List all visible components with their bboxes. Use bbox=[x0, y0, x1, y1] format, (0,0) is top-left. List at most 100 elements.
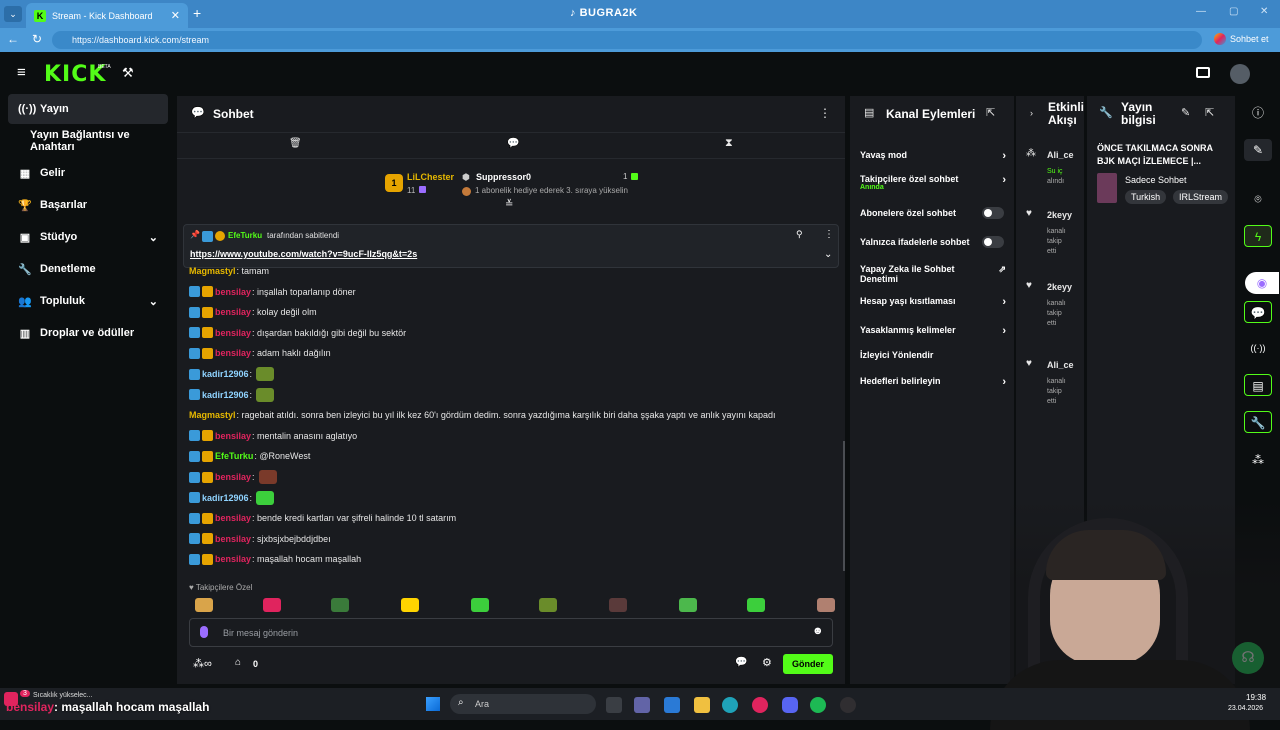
chat-username[interactable]: kadir12906 bbox=[202, 390, 249, 400]
chat-message[interactable]: kadir12906: bbox=[189, 387, 275, 402]
edge-icon[interactable] bbox=[722, 697, 738, 713]
browser-tab[interactable]: K Stream - Kick Dashboard ✕ bbox=[26, 3, 188, 28]
chat-scrollbar[interactable] bbox=[843, 441, 845, 571]
chat-username[interactable]: kadir12906 bbox=[202, 493, 249, 503]
chevron-down-icon[interactable]: ⌄ bbox=[824, 249, 832, 260]
chat-username[interactable]: bensilay bbox=[215, 348, 251, 358]
tab-actions-button[interactable]: ⌄ bbox=[4, 6, 22, 22]
sidebar-item-moderation[interactable]: 🔧 Denetleme bbox=[8, 254, 168, 284]
collapse-arrow-icon[interactable]: › bbox=[1030, 108, 1033, 118]
chat-message[interactable]: bensilay: bbox=[189, 470, 277, 484]
opera-icon[interactable] bbox=[752, 697, 768, 713]
pencil-icon[interactable]: ✎ bbox=[1181, 106, 1190, 119]
discord-icon[interactable] bbox=[782, 697, 798, 713]
emote[interactable] bbox=[401, 598, 419, 612]
unpin-icon[interactable]: ⚲ bbox=[796, 229, 803, 240]
action-item[interactable]: Yasaklanmış kelimeler › bbox=[860, 325, 1006, 337]
popout-icon[interactable]: ⇱ bbox=[1205, 106, 1214, 119]
popout-icon[interactable]: ⇱ bbox=[986, 106, 995, 119]
sidebar-item-stream-key[interactable]: Yayın Bağlantısı ve Anahtarı bbox=[8, 126, 168, 156]
chat-username[interactable]: bensilay bbox=[215, 513, 251, 523]
actions-icon[interactable]: ▤ bbox=[1244, 374, 1272, 396]
chat-message[interactable]: bensilay: kolay değil olm bbox=[189, 305, 317, 319]
gift-leader-name[interactable]: LiLChester bbox=[407, 172, 454, 182]
chat-message[interactable]: bensilay: mentalin anasını aglatıyo bbox=[189, 429, 357, 443]
sidebar-item-stream[interactable]: ((·)) Yayın bbox=[8, 94, 168, 124]
pinned-by-user[interactable]: EfeTurku bbox=[228, 231, 262, 240]
action-item[interactable]: Hedefleri belirleyin › bbox=[860, 376, 1006, 388]
sidebar-item-drops[interactable]: ▥ Droplar ve ödüller bbox=[8, 318, 168, 348]
start-icon[interactable] bbox=[426, 697, 440, 711]
pinned-options-icon[interactable]: ⋮ bbox=[824, 229, 834, 240]
sidebar-item-studio[interactable]: ▣ Stüdyo ⌄ bbox=[8, 222, 168, 252]
trash-icon[interactable]: 🗑 bbox=[289, 138, 302, 149]
chat-message[interactable]: EfeTurku: @RoneWest bbox=[189, 449, 310, 463]
chat-message[interactable]: Magmastyl: ragebait atıldı. sonra ben iz… bbox=[189, 408, 776, 422]
community-icon[interactable]: ⁂∞ bbox=[193, 657, 212, 670]
chat-message[interactable]: kadir12906: bbox=[189, 367, 275, 381]
chat-icon[interactable]: 💬 bbox=[1244, 301, 1272, 323]
emote[interactable] bbox=[609, 598, 627, 612]
action-item[interactable]: Yavaş mod › bbox=[860, 150, 1006, 162]
lightning-icon[interactable]: ϟ bbox=[1244, 225, 1272, 247]
chat-username[interactable]: bensilay bbox=[215, 307, 251, 317]
camera-icon[interactable]: ⌾ bbox=[1244, 188, 1272, 210]
chat-username[interactable]: Magmastyl bbox=[189, 266, 236, 276]
chat-message[interactable]: bensilay: maşallah hocam maşallah bbox=[189, 552, 361, 566]
action-item[interactable]: İzleyici Yönlendir bbox=[860, 350, 1006, 360]
tag-chip[interactable]: Turkish bbox=[1125, 190, 1167, 204]
emote[interactable] bbox=[539, 598, 557, 612]
wallet-icon[interactable] bbox=[1196, 67, 1210, 78]
action-item[interactable]: Abonelere özel sohbet bbox=[860, 207, 1006, 219]
more-options-icon[interactable]: ⋮ bbox=[819, 106, 831, 120]
task-view-icon[interactable] bbox=[606, 697, 622, 713]
broadcast-icon[interactable]: ((·)) bbox=[1244, 337, 1272, 359]
info-icon[interactable]: ⓘ bbox=[1244, 102, 1272, 124]
toggle-switch[interactable] bbox=[982, 236, 1004, 248]
emoji-icon[interactable]: ☻ bbox=[812, 625, 824, 637]
hourglass-icon[interactable]: ⧗ bbox=[725, 137, 733, 150]
chat-message[interactable]: bensilay: inşallah toparlanıp döner bbox=[189, 285, 356, 299]
emote[interactable] bbox=[747, 598, 765, 612]
taskbar-search[interactable]: ⌕ Ara bbox=[450, 694, 596, 714]
hammer-icon[interactable]: ⚒ bbox=[122, 65, 134, 81]
chat-message[interactable]: bensilay: dışardan bakıldığı gibi değil … bbox=[189, 326, 406, 340]
chat-username[interactable]: bensilay bbox=[215, 534, 251, 544]
chat-username[interactable]: bensilay bbox=[215, 431, 251, 441]
emote[interactable] bbox=[263, 598, 281, 612]
sidebar-item-community[interactable]: 👥 Topluluk ⌄ bbox=[8, 286, 168, 316]
store-icon[interactable]: ⌂ bbox=[235, 657, 241, 668]
close-tab-icon[interactable]: ✕ bbox=[171, 9, 180, 22]
chat-username[interactable]: bensilay bbox=[215, 328, 251, 338]
refresh-icon[interactable]: ↻ bbox=[28, 32, 46, 46]
category-name[interactable]: Sadece Sohbet bbox=[1125, 175, 1187, 185]
microphone-icon[interactable] bbox=[200, 626, 208, 638]
obs-icon[interactable] bbox=[840, 697, 856, 713]
file-explorer-icon[interactable] bbox=[694, 697, 710, 713]
url-field[interactable]: https://dashboard.kick.com/stream bbox=[52, 31, 1202, 49]
sidebar-item-revenue[interactable]: ▦ Gelir bbox=[8, 158, 168, 188]
window-minimize-button[interactable]: — bbox=[1196, 6, 1206, 17]
chat-username[interactable]: EfeTurku bbox=[215, 451, 253, 461]
send-button[interactable]: Gönder bbox=[783, 654, 833, 674]
back-icon[interactable]: ← bbox=[4, 32, 22, 46]
spotify-icon[interactable] bbox=[810, 697, 826, 713]
chat-username[interactable]: bensilay bbox=[215, 554, 251, 564]
emote[interactable] bbox=[331, 598, 349, 612]
window-maximize-button[interactable]: ▢ bbox=[1229, 6, 1238, 17]
gear-icon[interactable]: ⚙ bbox=[762, 656, 772, 669]
chat-username[interactable]: Magmastyl bbox=[189, 410, 236, 420]
collapse-icon[interactable]: ≚ bbox=[505, 199, 513, 210]
pinned-message[interactable]: 📌 EfeTurku tarafından sabitlendi ⚲ ⋮ htt… bbox=[183, 224, 839, 268]
action-item[interactable]: Hesap yaşı kısıtlaması › bbox=[860, 296, 1006, 308]
toggle-switch[interactable] bbox=[982, 207, 1004, 219]
chat-username[interactable]: bensilay bbox=[215, 287, 251, 297]
chat-username[interactable]: kadir12906 bbox=[202, 369, 249, 379]
tag-chip[interactable]: IRLStream bbox=[1173, 190, 1229, 204]
emote[interactable] bbox=[817, 598, 835, 612]
action-item[interactable]: Yapay Zeka ile Sohbet Denetimi ⇗ bbox=[860, 264, 1006, 284]
chat-message[interactable]: kadir12906: bbox=[189, 490, 275, 505]
chat-settings-bubble-icon[interactable]: 💬 bbox=[735, 657, 747, 668]
emote[interactable] bbox=[471, 598, 489, 612]
store-app-icon[interactable] bbox=[664, 697, 680, 713]
